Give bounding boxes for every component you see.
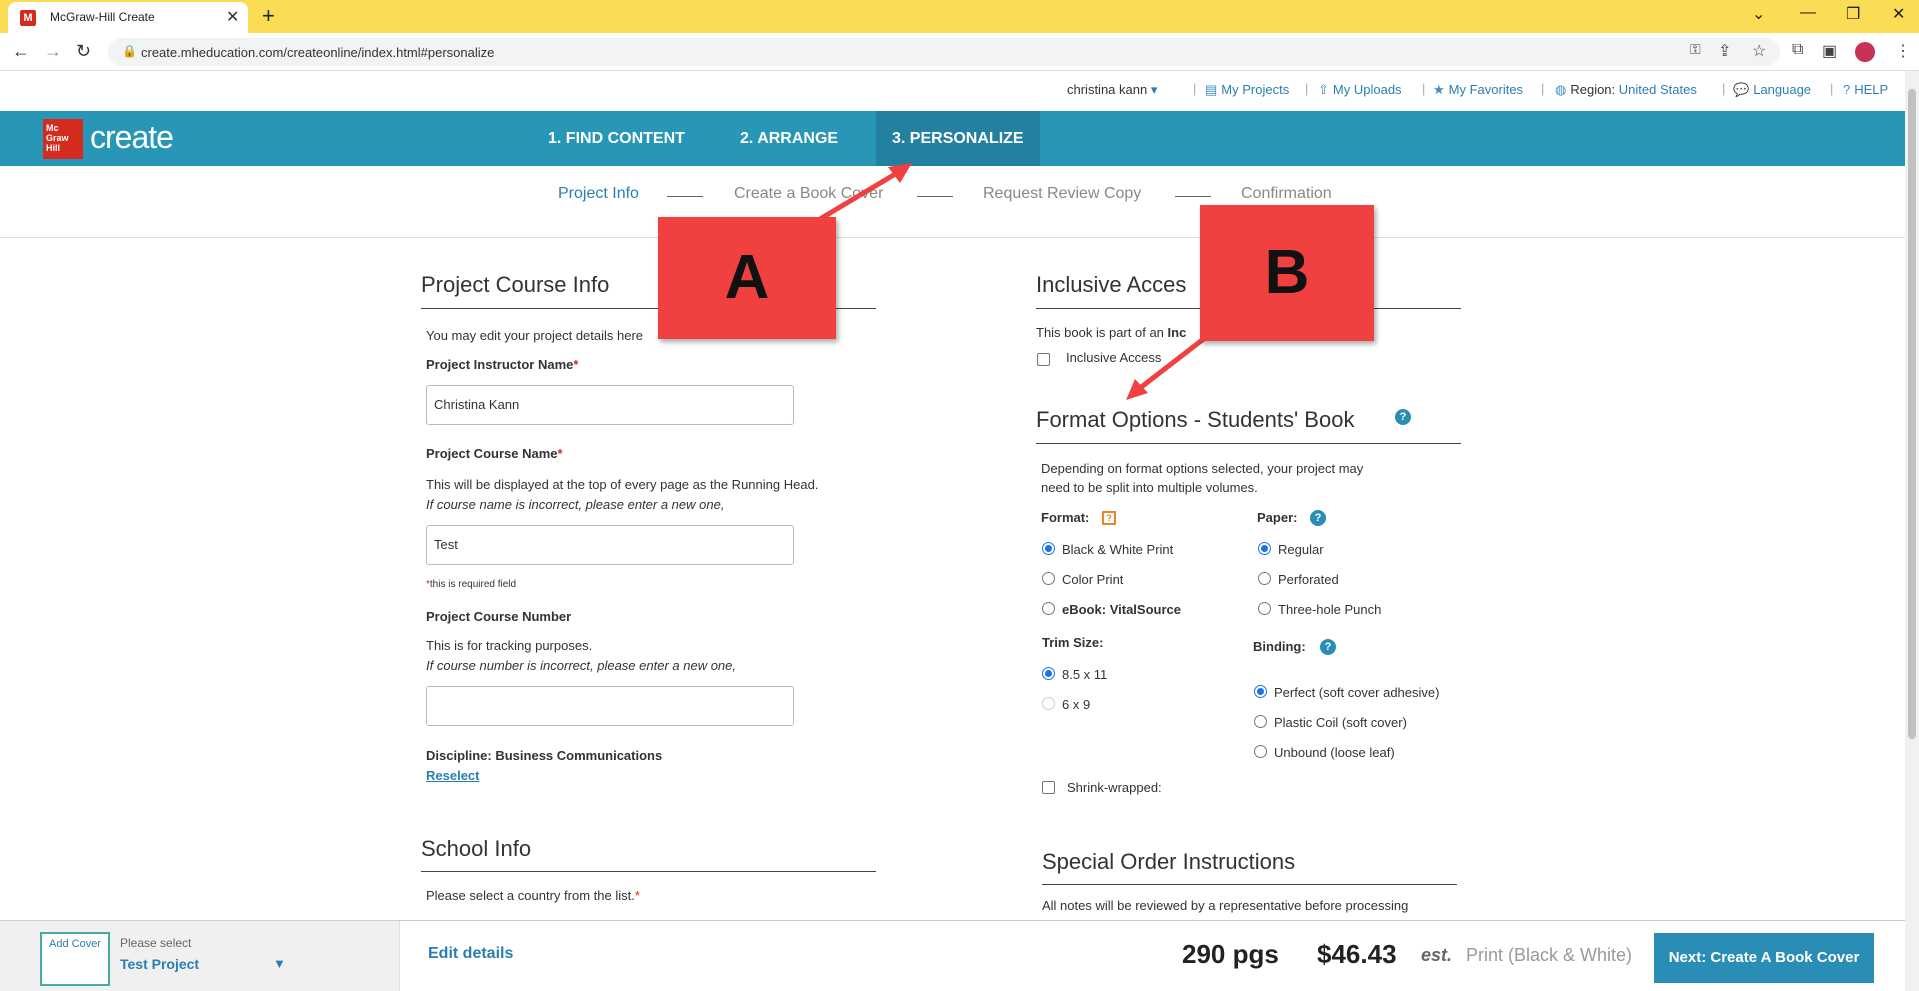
sidebar-icon[interactable]: ▣ [1822, 41, 1837, 61]
bottom-summary-bar: Add Cover Please select Test Project ▼ E… [0, 920, 1905, 991]
estimate-label: est. [1421, 945, 1453, 965]
page-content: christina kann ▾ | ▤ My Projects | ⇧ My Up… [0, 71, 1905, 991]
add-cover-button[interactable]: Add Cover [40, 932, 110, 986]
please-select-label: Please select [120, 936, 192, 950]
tab-close-icon[interactable]: ✕ [226, 7, 239, 27]
annotation-arrows [818, 163, 1212, 400]
menu-icon[interactable]: ⋮ [1895, 41, 1911, 61]
lock-icon: 🔒 [122, 44, 137, 58]
arrow-a-head [888, 163, 912, 183]
price: $46.43 [1317, 939, 1397, 969]
reload-icon[interactable]: ↻ [76, 41, 91, 62]
edit-details-link[interactable]: Edit details [428, 945, 513, 963]
scrollbar-thumb[interactable] [1908, 89, 1916, 739]
arrow-a-line [818, 167, 904, 222]
key-icon[interactable]: ⚿ [1690, 41, 1701, 58]
project-selector-panel: Add Cover Please select Test Project ▼ [0, 921, 400, 991]
annotation-callout-a: A [658, 217, 836, 339]
browser-tab-strip: M McGraw-Hill Create ✕ + ⌄ — ❐ ✕ [0, 0, 1919, 33]
annotation-callout-b: B [1200, 205, 1374, 341]
minimize-icon[interactable]: — [1800, 4, 1816, 22]
tab-search-icon[interactable]: ⌄ [1752, 4, 1765, 24]
print-format-label: Print (Black & White) [1466, 945, 1633, 965]
bookmark-star-icon[interactable]: ☆ [1752, 41, 1766, 61]
tab-title: McGraw-Hill Create [50, 10, 155, 24]
page-scrollbar[interactable] [1905, 71, 1919, 991]
favicon-icon: M [20, 10, 36, 26]
page-count: 290 pgs [1182, 939, 1279, 969]
restore-icon[interactable]: ❐ [1846, 4, 1860, 24]
project-select-caret-icon[interactable]: ▼ [273, 956, 286, 971]
url-text: create.mheducation.com/createonline/inde… [141, 45, 495, 60]
next-create-book-cover-button[interactable]: Next: Create A Book Cover [1654, 933, 1874, 983]
arrow-b-line [1138, 332, 1212, 390]
address-toolbar: ← → ↻ 🔒 create.mheducation.com/createonl… [0, 33, 1919, 71]
profile-avatar[interactable] [1855, 42, 1875, 62]
share-icon[interactable]: ⇪ [1718, 41, 1731, 61]
new-tab-icon[interactable]: + [262, 3, 275, 29]
project-select[interactable]: Test Project [120, 956, 199, 972]
url-bar[interactable]: 🔒 create.mheducation.com/createonline/in… [108, 38, 1780, 66]
forward-arrow-icon[interactable]: → [44, 41, 62, 62]
extensions-icon[interactable]: ⧉ [1792, 41, 1803, 59]
back-arrow-icon[interactable]: ← [12, 41, 30, 62]
browser-tab[interactable]: M McGraw-Hill Create ✕ [8, 2, 248, 33]
window-close-icon[interactable]: ✕ [1892, 4, 1905, 24]
